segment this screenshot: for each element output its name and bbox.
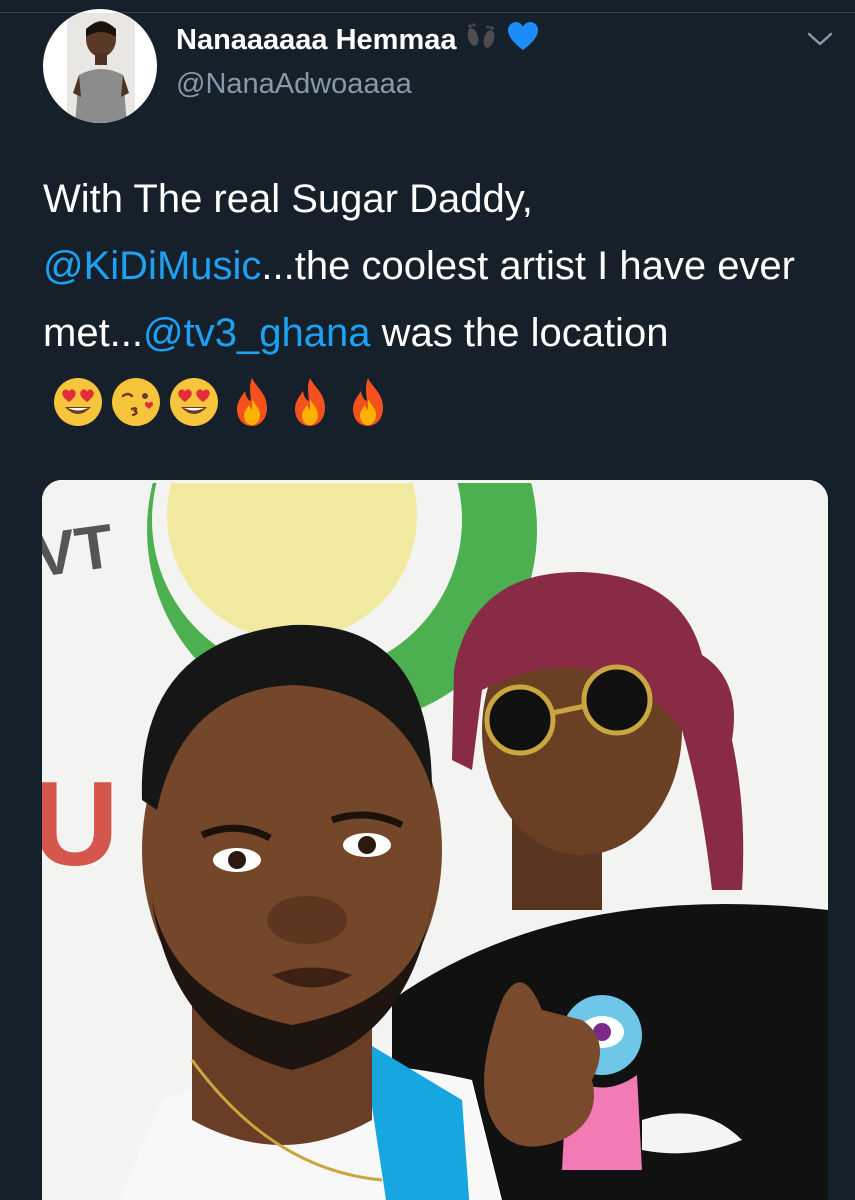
avatar[interactable] bbox=[43, 9, 157, 123]
heart-eyes-emoji bbox=[54, 378, 102, 427]
tweet-photo[interactable]: VT U bbox=[42, 480, 828, 1200]
fire-emoji bbox=[353, 378, 383, 427]
emoji-row bbox=[51, 375, 395, 429]
heart-eyes-emoji bbox=[170, 378, 218, 427]
tweet-text-part: With The real Sugar Daddy, bbox=[43, 177, 533, 221]
fire-emoji bbox=[237, 378, 267, 427]
selfie-photo: VT U bbox=[42, 480, 828, 1200]
mention-link-tv3-ghana[interactable]: @tv3_ghana bbox=[143, 311, 370, 355]
tweet-text-part: was the location bbox=[370, 311, 669, 355]
chevron-down-icon[interactable] bbox=[806, 28, 834, 50]
author-name-row[interactable]: Nanaaaaaa Hemmaa bbox=[176, 22, 539, 57]
avatar-photo bbox=[67, 13, 135, 123]
tweet-text: With The real Sugar Daddy, @KiDiMusic...… bbox=[43, 166, 833, 434]
author-handle[interactable]: @NanaAdwoaaaa bbox=[176, 67, 412, 101]
wall-text-2: U bbox=[42, 757, 119, 891]
tweet-card: Nanaaaaaa Hemmaa @NanaAdwoaaaa With The … bbox=[0, 0, 855, 1200]
author-display-name[interactable]: Nanaaaaaa Hemmaa bbox=[176, 23, 457, 57]
blue-heart-icon bbox=[507, 22, 539, 57]
wall-text: VT bbox=[42, 512, 118, 591]
footprints-icon bbox=[463, 22, 501, 57]
mention-link-kidimusic[interactable]: @KiDiMusic bbox=[43, 244, 261, 288]
fire-emoji bbox=[295, 378, 325, 427]
kissing-face-emoji bbox=[112, 378, 160, 427]
